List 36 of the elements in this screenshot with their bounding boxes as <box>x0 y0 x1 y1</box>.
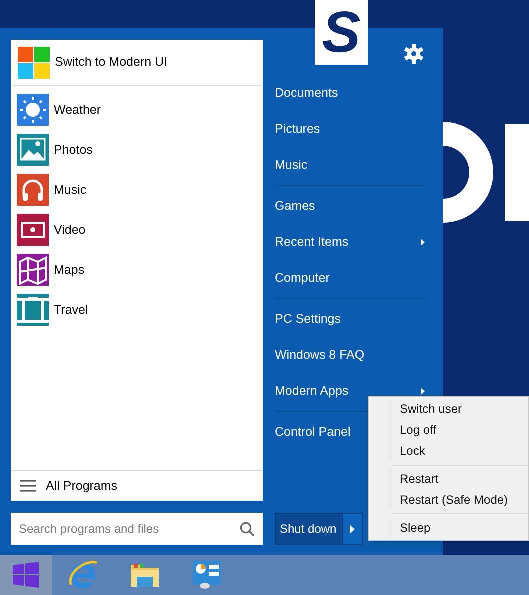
app-item[interactable]: Maps <box>11 250 263 290</box>
windows-logo-icon <box>13 562 39 588</box>
app-item[interactable]: Video <box>11 210 263 250</box>
app-item[interactable]: Travel <box>11 290 263 330</box>
place-item[interactable]: Pictures <box>275 111 427 147</box>
place-item[interactable]: Recent Items <box>275 224 427 260</box>
menu-item[interactable]: Restart (Safe Mode) <box>390 489 528 510</box>
tiles-icon <box>18 46 50 78</box>
search-input[interactable]: Search programs and files <box>19 520 240 538</box>
place-item[interactable]: Documents <box>275 75 427 111</box>
place-item[interactable]: PC Settings <box>275 301 427 337</box>
start-button[interactable] <box>0 555 52 595</box>
caret-icon <box>350 524 355 534</box>
place-item[interactable]: Music <box>275 147 427 183</box>
menu-item[interactable]: Switch to Modern UI <box>12 40 262 86</box>
app-item[interactable]: Weather <box>11 90 263 130</box>
menu-item[interactable]: Sleep <box>390 517 528 538</box>
all-programs-item[interactable]: All Programs <box>11 470 263 501</box>
search-field[interactable]: Search programs and files <box>11 513 263 545</box>
place-item[interactable]: Windows 8 FAQ <box>275 337 427 373</box>
control-panel-icon[interactable] <box>191 559 223 591</box>
logo: S <box>315 0 368 65</box>
menu-item[interactable]: Restart <box>390 468 528 490</box>
search-icon <box>240 522 255 536</box>
shut-down-button[interactable]: Shut down <box>276 514 342 544</box>
place-item[interactable]: Computer <box>275 260 427 296</box>
settings-icon[interactable] <box>404 44 424 64</box>
browser-icon[interactable] <box>67 559 99 591</box>
app-item[interactable]: Music <box>11 170 263 210</box>
menu-icon <box>20 480 36 492</box>
menu-item[interactable]: Switch user <box>390 399 528 420</box>
menu-item[interactable]: Log off <box>390 420 528 441</box>
place-item[interactable]: Games <box>275 188 427 224</box>
app-item[interactable]: Photos <box>11 130 263 170</box>
shut-down-options-button[interactable] <box>342 514 362 544</box>
menu-item[interactable]: Lock <box>390 440 528 462</box>
